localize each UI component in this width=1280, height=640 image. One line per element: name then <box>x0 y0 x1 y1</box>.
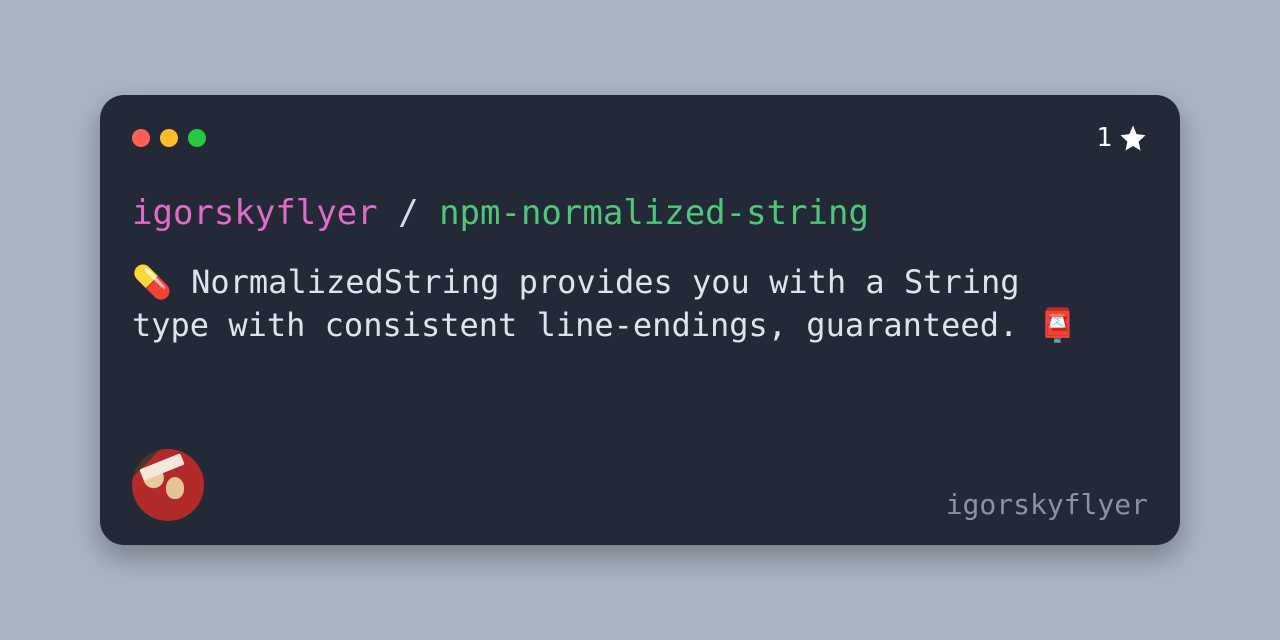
repo-card: 1 igorskyflyer / npm-normalized-string 💊… <box>100 95 1180 545</box>
repo-name[interactable]: npm-normalized-string <box>439 193 869 233</box>
card-header: 1 <box>132 123 1148 153</box>
close-dot-icon <box>132 129 150 147</box>
repo-path: igorskyflyer / npm-normalized-string <box>132 193 1148 233</box>
username-label[interactable]: igorskyflyer <box>946 488 1148 521</box>
repo-separator: / <box>378 193 439 233</box>
card-footer: igorskyflyer <box>132 449 1148 521</box>
star-count: 1 <box>1096 123 1112 153</box>
maximize-dot-icon <box>188 129 206 147</box>
star-count-group: 1 <box>1096 123 1148 153</box>
window-traffic-lights <box>132 129 206 147</box>
star-icon <box>1118 123 1148 153</box>
minimize-dot-icon <box>160 129 178 147</box>
repo-owner[interactable]: igorskyflyer <box>132 193 378 233</box>
avatar[interactable] <box>132 449 204 521</box>
repo-description: 💊 NormalizedString provides you with a S… <box>132 261 1092 347</box>
